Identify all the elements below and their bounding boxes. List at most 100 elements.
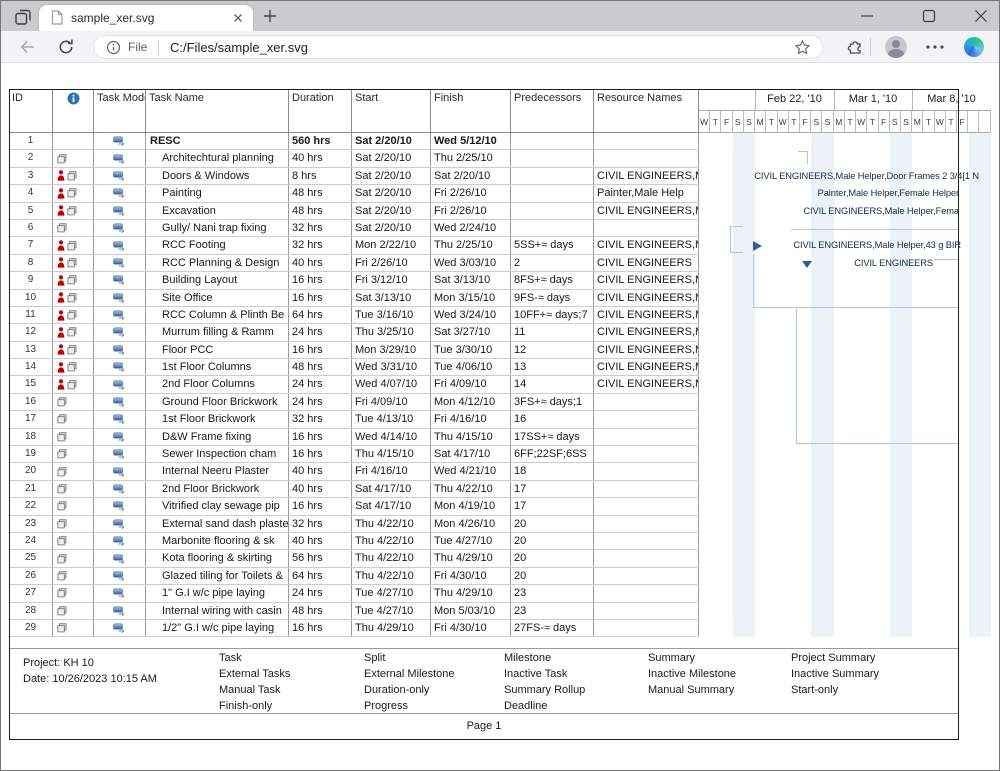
column-header bbox=[53, 89, 94, 132]
cell-indicators bbox=[53, 516, 94, 532]
day-cell: F bbox=[721, 111, 732, 133]
cell-start: Fri 4/16/10 bbox=[352, 463, 431, 479]
cell-resources bbox=[594, 481, 699, 497]
task-mode-icon bbox=[113, 397, 126, 407]
copilot-icon[interactable] bbox=[964, 37, 984, 57]
cell-id: 5 bbox=[9, 203, 53, 219]
day-cell: F bbox=[879, 111, 890, 133]
tab-actions-icon[interactable] bbox=[13, 7, 33, 27]
cell-id: 24 bbox=[9, 533, 53, 549]
minimize-button[interactable] bbox=[847, 1, 887, 31]
cell-id: 8 bbox=[9, 255, 53, 271]
gantt-resource-label: CIVIL ENGINEERS,Male Helper,Door Frames … bbox=[754, 171, 979, 181]
legend-item: Progress bbox=[364, 698, 455, 714]
assignment-icon bbox=[67, 310, 77, 320]
task-mode-icon bbox=[113, 345, 126, 355]
table-row: 13Floor PCC16 hrsMon 3/29/10Tue 3/30/101… bbox=[9, 342, 699, 359]
cell-resources bbox=[594, 533, 699, 549]
day-cell: S bbox=[733, 111, 744, 133]
cell-predecessors: 18 bbox=[511, 463, 594, 479]
cell-predecessors: 17 bbox=[511, 498, 594, 514]
cell-predecessors: 8FS+≈ days bbox=[511, 272, 594, 288]
cell-task-mode bbox=[94, 133, 146, 149]
refresh-icon[interactable] bbox=[57, 38, 75, 56]
cell-finish: Wed 5/12/10 bbox=[431, 133, 511, 149]
cell-predecessors: 14 bbox=[511, 376, 594, 392]
cell-duration: 16 hrs bbox=[289, 342, 352, 358]
maximize-button[interactable] bbox=[909, 1, 949, 31]
gantt-resource-label: CIVIL ENGINEERS,Male Helper,43 g BIR bbox=[793, 240, 961, 250]
site-info-icon[interactable] bbox=[106, 40, 121, 55]
cell-indicators bbox=[53, 220, 94, 236]
cell-indicators bbox=[53, 324, 94, 340]
week-label: Mar 8, '10 bbox=[927, 93, 976, 105]
assignment-icon bbox=[57, 623, 67, 633]
table-row: 4Painting48 hrsSat 2/20/10Fri 2/26/10Pai… bbox=[9, 185, 699, 202]
cell-finish: Thu 4/29/10 bbox=[431, 585, 511, 601]
cell-start: Tue 4/27/10 bbox=[352, 603, 431, 619]
assignment-icon bbox=[67, 241, 77, 251]
column-header: Predecessors bbox=[511, 89, 594, 132]
cell-indicators bbox=[53, 550, 94, 566]
cell-task-name: 1" G.I w/c pipe laying bbox=[146, 585, 289, 601]
cell-finish: Mon 3/15/10 bbox=[431, 290, 511, 306]
dependency-link-line bbox=[730, 226, 743, 227]
cell-task-mode bbox=[94, 516, 146, 532]
table-row: 8RCC Planning & Design40 hrsFri 2/26/10W… bbox=[9, 255, 699, 272]
cell-resources bbox=[594, 394, 699, 410]
cell-indicators bbox=[53, 585, 94, 601]
cell-predecessors bbox=[511, 185, 594, 201]
cell-finish: Fri 2/26/10 bbox=[431, 203, 511, 219]
tab-close-icon[interactable] bbox=[231, 11, 245, 25]
person-icon bbox=[57, 188, 65, 199]
address-bar[interactable]: File C:/Files/sample_xer.svg bbox=[93, 35, 823, 59]
cell-start: Mon 3/29/10 bbox=[352, 342, 431, 358]
favorites-star-icon[interactable] bbox=[794, 39, 811, 56]
assignment-icon bbox=[67, 362, 77, 372]
back-icon[interactable] bbox=[19, 38, 37, 56]
cell-finish: Wed 2/24/10 bbox=[431, 220, 511, 236]
assignment-icon bbox=[57, 501, 67, 511]
browser-tab[interactable]: sample_xer.svg bbox=[39, 5, 253, 31]
cell-duration: 48 hrs bbox=[289, 185, 352, 201]
cell-start: Sat 4/17/10 bbox=[352, 498, 431, 514]
column-header: Duration bbox=[289, 89, 352, 132]
week-separator bbox=[755, 89, 756, 111]
table-row: 26Glazed tiling for Toilets &64 hrsThu 4… bbox=[9, 568, 699, 585]
assignment-icon bbox=[67, 258, 77, 268]
cell-indicators bbox=[53, 185, 94, 201]
cell-resources: CIVIL ENGINEERS,M bbox=[594, 168, 699, 184]
day-cell: S bbox=[744, 111, 755, 133]
cell-start: Thu 3/25/10 bbox=[352, 324, 431, 340]
close-window-button[interactable] bbox=[961, 1, 1000, 31]
new-tab-button[interactable] bbox=[263, 9, 277, 23]
cell-task-name: Marbonite flooring & sk bbox=[146, 533, 289, 549]
cell-indicators bbox=[53, 463, 94, 479]
profile-avatar[interactable] bbox=[885, 36, 907, 58]
cell-finish: Thu 4/15/10 bbox=[431, 429, 511, 445]
cell-id: 27 bbox=[9, 585, 53, 601]
cell-resources bbox=[594, 568, 699, 584]
cell-id: 9 bbox=[9, 272, 53, 288]
task-mode-icon bbox=[113, 380, 126, 390]
day-cell: W bbox=[778, 111, 789, 133]
browser-titlebar: sample_xer.svg bbox=[1, 1, 999, 31]
cell-id: 4 bbox=[9, 185, 53, 201]
cell-resources bbox=[594, 516, 699, 532]
settings-menu-icon[interactable] bbox=[925, 44, 945, 50]
cell-predecessors: 2 bbox=[511, 255, 594, 271]
task-mode-icon bbox=[113, 588, 126, 598]
table-row: 7RCC Footing32 hrsMon 2/22/10Thu 2/25/10… bbox=[9, 237, 699, 254]
cell-duration: 16 hrs bbox=[289, 429, 352, 445]
browser-essentials-icon[interactable] bbox=[846, 38, 864, 56]
address-url[interactable]: C:/Files/sample_xer.svg bbox=[170, 40, 308, 55]
cell-task-mode bbox=[94, 446, 146, 462]
legend-bottom-divider bbox=[9, 713, 959, 714]
cell-predecessors: 20 bbox=[511, 550, 594, 566]
legend-item: Task bbox=[219, 650, 290, 666]
cell-task-mode bbox=[94, 342, 146, 358]
cell-duration: 24 hrs bbox=[289, 585, 352, 601]
legend-item: Start-only bbox=[791, 682, 879, 698]
table-row: 20Internal Neeru Plaster40 hrsFri 4/16/1… bbox=[9, 463, 699, 480]
legend-item: Inactive Summary bbox=[791, 666, 879, 682]
